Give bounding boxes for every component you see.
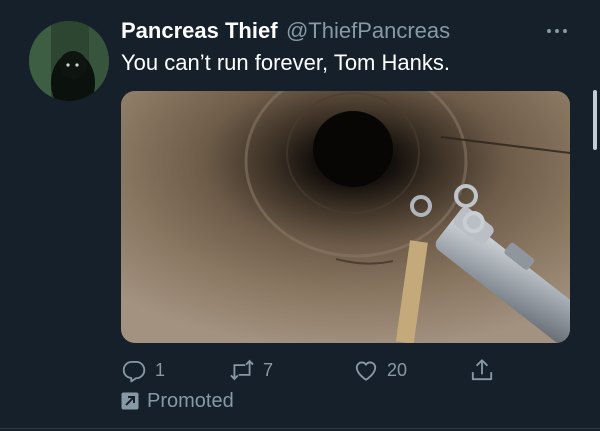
promoted-arrow-icon <box>121 392 139 410</box>
scrollbar-thumb[interactable] <box>593 90 597 150</box>
share-button[interactable] <box>469 352 495 388</box>
retweet-icon <box>230 359 254 381</box>
avatar-image <box>29 21 109 101</box>
retweet-count: 7 <box>263 359 274 380</box>
promoted-text: Promoted <box>147 389 234 412</box>
display-name[interactable]: Pancreas Thief <box>121 18 278 43</box>
like-button[interactable]: 20 <box>353 352 407 388</box>
share-icon <box>471 359 493 381</box>
reply-icon <box>122 360 146 383</box>
tweet-actions: 1 7 20 <box>121 352 570 388</box>
tweet-text: You can’t run forever, Tom Hanks. <box>121 50 450 75</box>
tweet-header: Pancreas Thief @ThiefPancreas <box>121 16 450 46</box>
like-count: 20 <box>387 359 408 380</box>
more-horizontal-icon <box>547 29 567 33</box>
more-options-button[interactable] <box>544 22 570 40</box>
tweet-card[interactable]: Pancreas Thief @ThiefPancreas You can’t … <box>0 0 600 431</box>
photo-tunnel-rifle-image <box>121 91 570 343</box>
divider <box>0 428 600 429</box>
heart-icon <box>355 361 377 381</box>
reply-count: 1 <box>155 359 166 380</box>
avatar[interactable] <box>29 21 109 101</box>
user-handle[interactable]: @ThiefPancreas <box>286 18 450 43</box>
tweet-media-photo[interactable] <box>121 91 570 343</box>
retweet-button[interactable]: 7 <box>229 352 273 388</box>
promoted-label[interactable]: Promoted <box>121 389 234 413</box>
reply-button[interactable]: 1 <box>121 352 165 388</box>
